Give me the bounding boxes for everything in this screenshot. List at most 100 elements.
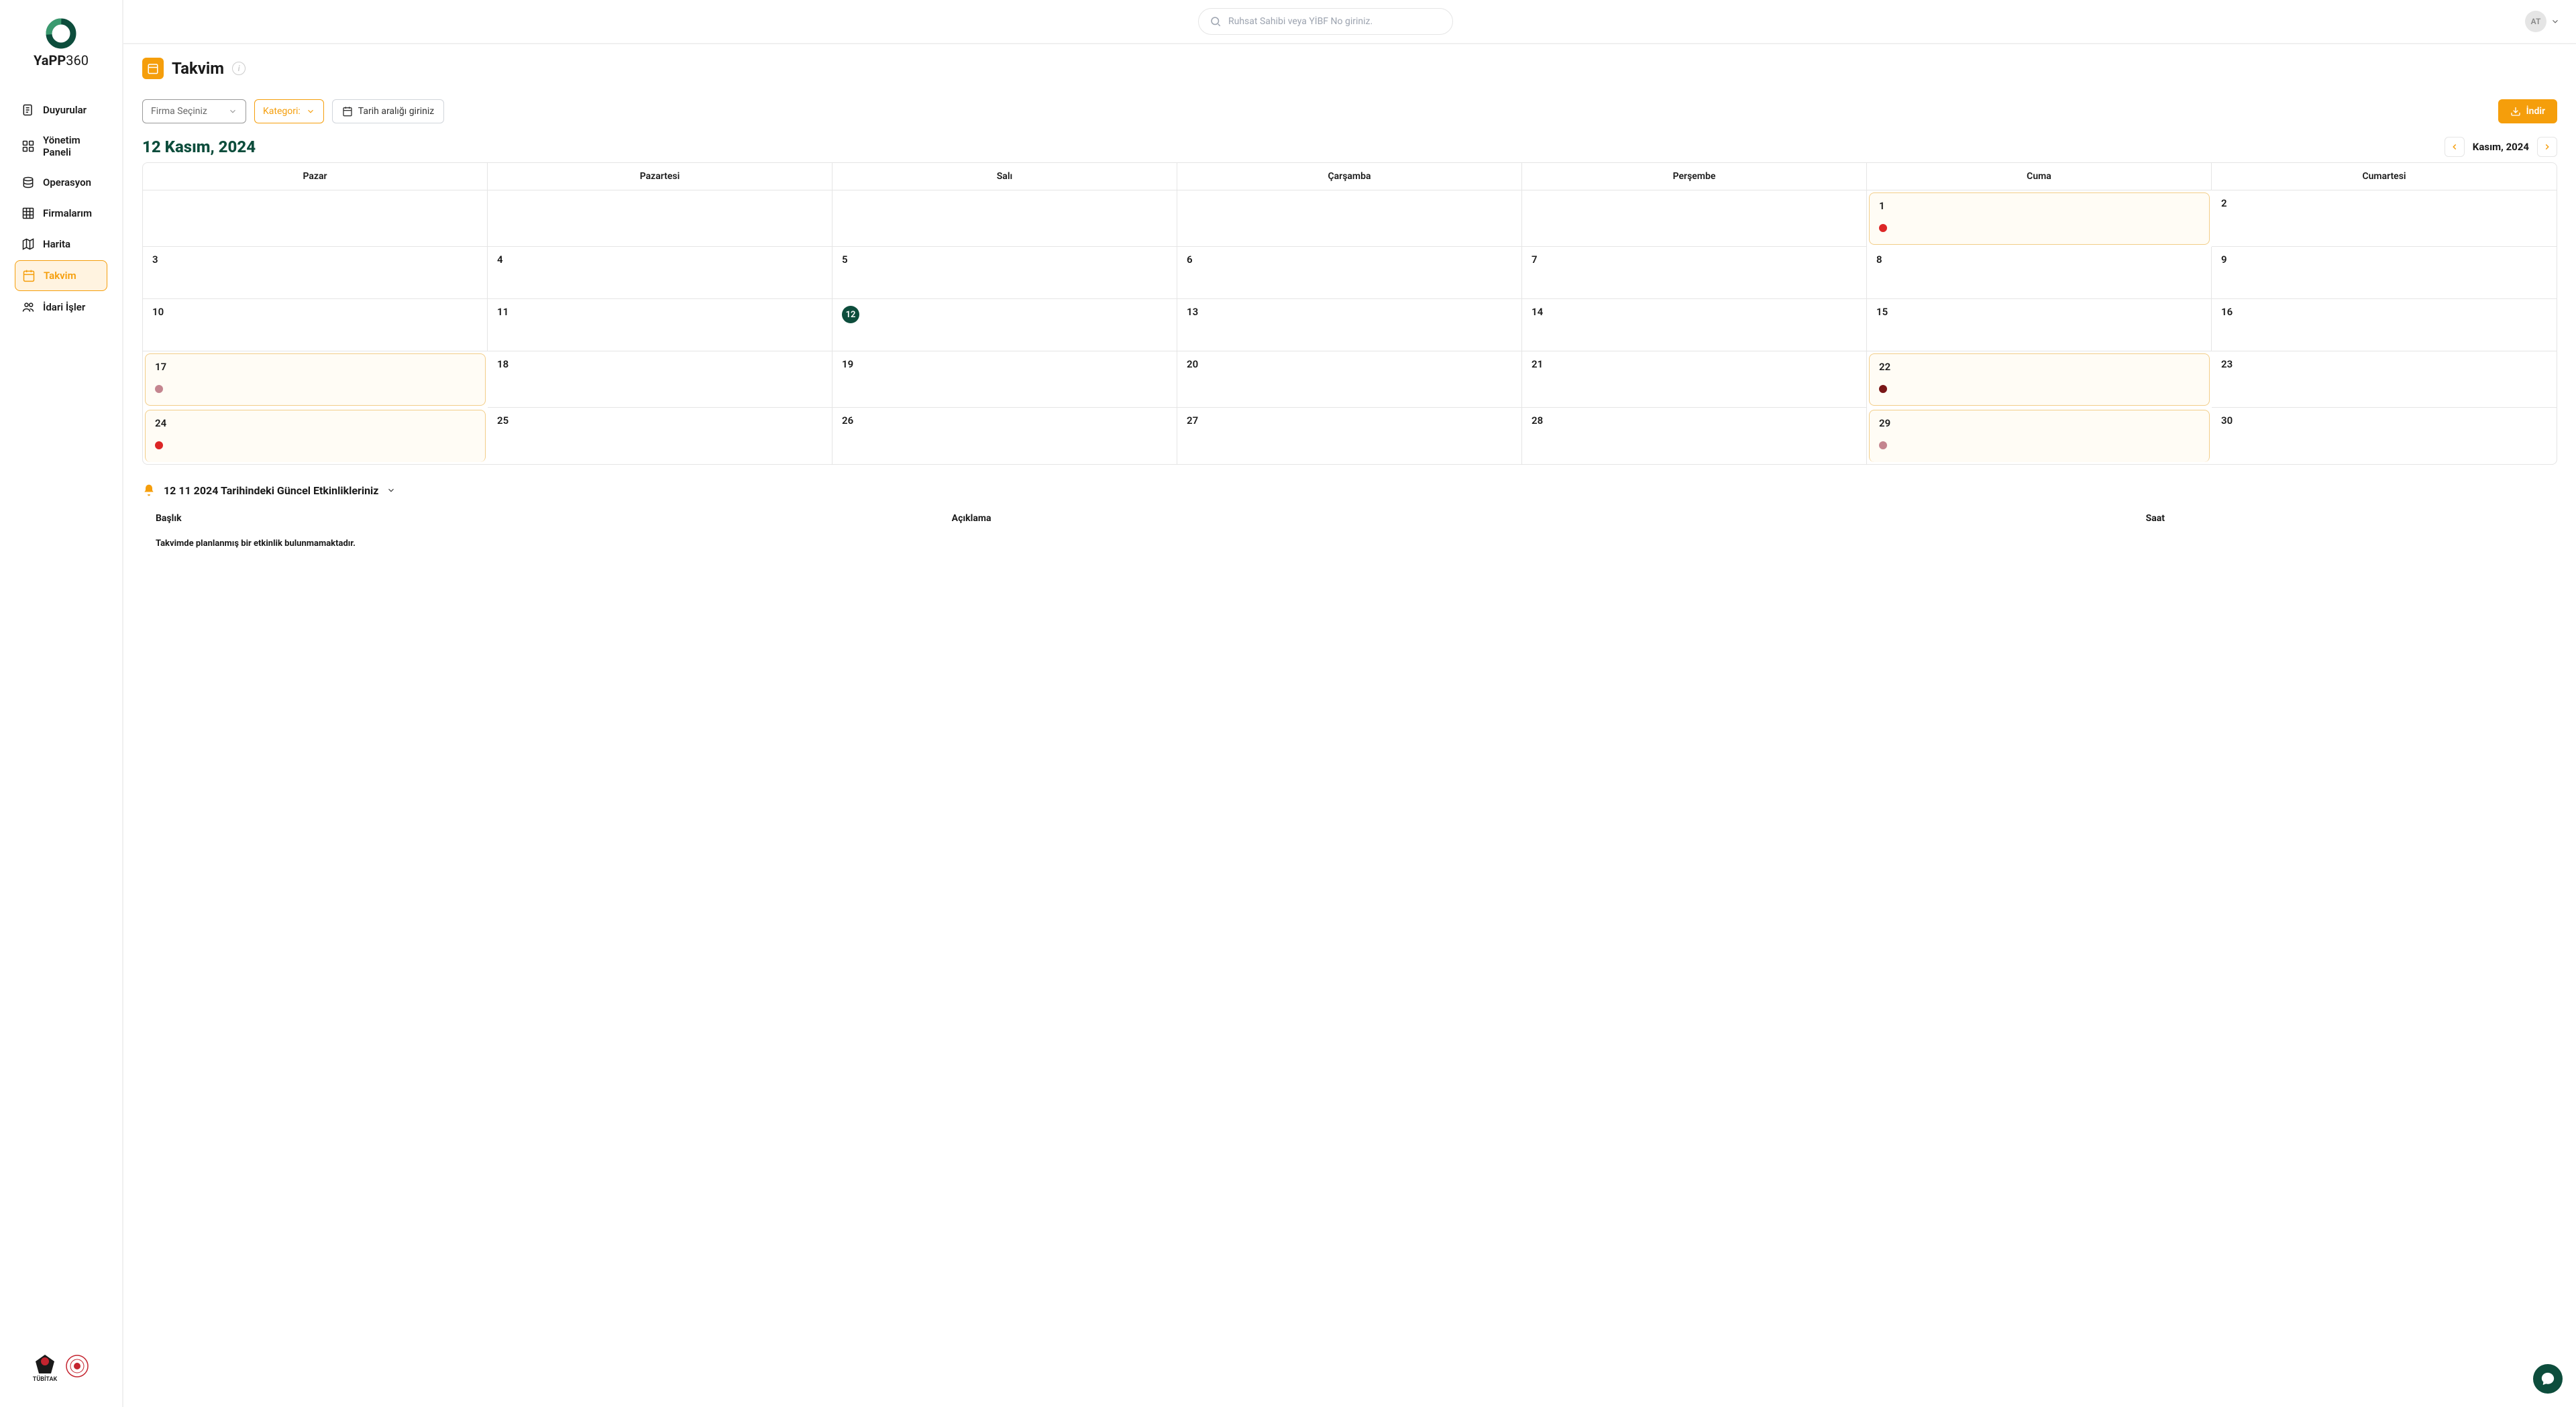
day-number: 29 xyxy=(1879,417,1890,429)
calendar-day[interactable]: 13 xyxy=(1177,299,1522,351)
day-number: 16 xyxy=(2221,306,2233,318)
current-date-label: 12 Kasım, 2024 xyxy=(142,137,256,156)
weekday-header: Perşembe xyxy=(1522,163,1867,190)
chat-fab[interactable] xyxy=(2533,1364,2563,1394)
calendar-day[interactable]: 14 xyxy=(1522,299,1867,351)
kategori-select[interactable]: Kategori: xyxy=(254,99,324,123)
calendar-day[interactable]: 15 xyxy=(1867,299,2212,351)
page-title: Takvim xyxy=(172,59,224,78)
search-box[interactable] xyxy=(1198,8,1453,35)
firma-select[interactable]: Firma Seçiniz xyxy=(142,99,246,123)
database-icon xyxy=(21,176,35,189)
logo-text: YaPP360 xyxy=(34,52,89,68)
chevron-down-icon xyxy=(306,107,315,116)
day-number: 26 xyxy=(842,414,853,427)
chevron-down-icon xyxy=(386,486,396,495)
main: AT Takvim i Firma Seçiniz Kategori: xyxy=(123,0,2576,1407)
activities-table-head: Başlık Açıklama Saat xyxy=(142,508,2557,529)
calendar-day[interactable]: 29 xyxy=(1869,410,2210,462)
calendar-day[interactable]: 9 xyxy=(2212,247,2557,299)
prev-month-button[interactable] xyxy=(2445,137,2465,157)
calendar-day[interactable]: 6 xyxy=(1177,247,1522,299)
download-button[interactable]: İndir xyxy=(2498,99,2557,123)
bell-icon xyxy=(142,484,156,497)
calendar-day xyxy=(1522,190,1867,247)
calendar-header: 12 Kasım, 2024 Kasım, 2024 xyxy=(142,137,2557,157)
search-input[interactable] xyxy=(1228,16,1442,27)
sidebar-item-yönetim-paneli[interactable]: Yönetim Paneli xyxy=(15,126,107,166)
sidebar-item-operasyon[interactable]: Operasyon xyxy=(15,168,107,197)
activities-header[interactable]: 12 11 2024 Tarihindeki Güncel Etkinlikle… xyxy=(142,484,2557,497)
calendar-day[interactable]: 27 xyxy=(1177,408,1522,464)
sidebar-footer: TÜBİTAK xyxy=(0,1339,122,1396)
calendar-day[interactable]: 18 xyxy=(488,351,833,408)
day-number: 3 xyxy=(152,254,158,266)
month-nav: Kasım, 2024 xyxy=(2445,137,2557,157)
user-menu[interactable]: AT xyxy=(2525,11,2560,32)
day-number: 17 xyxy=(155,361,166,373)
chevron-down-icon xyxy=(2551,17,2560,26)
sidebar-item-label: Yönetim Paneli xyxy=(43,134,101,158)
calendar-day[interactable]: 8 xyxy=(1867,247,2212,299)
month-label: Kasım, 2024 xyxy=(2473,141,2529,153)
calendar-day[interactable]: 7 xyxy=(1522,247,1867,299)
seal-icon xyxy=(65,1354,89,1378)
calendar-day[interactable]: 25 xyxy=(488,408,833,464)
col-time: Saat xyxy=(2146,513,2544,524)
topbar: AT xyxy=(123,0,2576,44)
day-number: 21 xyxy=(1532,358,1543,370)
calendar-day[interactable]: 16 xyxy=(2212,299,2557,351)
calendar-day[interactable]: 22 xyxy=(1869,353,2210,406)
calendar-icon xyxy=(342,106,353,117)
calendar-day[interactable]: 5 xyxy=(833,247,1177,299)
day-number: 27 xyxy=(1187,414,1198,427)
calendar-day[interactable]: 21 xyxy=(1522,351,1867,408)
calendar-day[interactable]: 11 xyxy=(488,299,833,351)
calendar-day[interactable]: 26 xyxy=(833,408,1177,464)
calendar-day[interactable]: 10 xyxy=(143,299,488,351)
calendar-day[interactable]: 19 xyxy=(833,351,1177,408)
calendar-day[interactable]: 1 xyxy=(1869,192,2210,245)
chevron-right-icon xyxy=(2542,142,2552,152)
download-icon xyxy=(2510,106,2521,117)
calendar-day[interactable]: 2 xyxy=(2212,190,2557,247)
calendar-day[interactable]: 12 xyxy=(833,299,1177,351)
calendar-grid: PazarPazartesiSalıÇarşambaPerşembeCumaCu… xyxy=(142,162,2557,465)
info-icon[interactable]: i xyxy=(232,62,246,75)
day-number: 28 xyxy=(1532,414,1543,427)
brand-logo[interactable]: YaPP360 xyxy=(0,11,122,75)
users-icon xyxy=(21,300,35,314)
sidebar-item-harita[interactable]: Harita xyxy=(15,229,107,259)
calendar-day[interactable]: 3 xyxy=(143,247,488,299)
calendar-icon xyxy=(147,62,159,74)
day-number: 11 xyxy=(497,306,508,318)
chevron-down-icon xyxy=(228,107,237,116)
calendar-day[interactable]: 24 xyxy=(145,410,486,462)
calendar-day[interactable]: 4 xyxy=(488,247,833,299)
day-number: 24 xyxy=(155,417,166,429)
calendar-day xyxy=(1177,190,1522,247)
sidebar-item-label: Duyurular xyxy=(43,104,87,116)
event-dot xyxy=(155,385,163,393)
sidebar-item-takvim[interactable]: Takvim xyxy=(15,260,107,291)
day-number: 5 xyxy=(842,254,848,266)
calendar-day[interactable]: 30 xyxy=(2212,408,2557,464)
content: Takvim i Firma Seçiniz Kategori: Tarih a… xyxy=(123,44,2576,1407)
day-number: 13 xyxy=(1187,306,1198,318)
activities-title: 12 11 2024 Tarihindeki Güncel Etkinlikle… xyxy=(164,484,378,497)
day-number: 30 xyxy=(2221,414,2233,427)
sidebar-item-firmalarım[interactable]: Firmalarım xyxy=(15,199,107,228)
calendar-day xyxy=(488,190,833,247)
calendar-day[interactable]: 28 xyxy=(1522,408,1867,464)
calendar-day[interactable]: 20 xyxy=(1177,351,1522,408)
sidebar-item-i̇dari-i̇şler[interactable]: İdari İşler xyxy=(15,292,107,322)
calendar-day[interactable]: 23 xyxy=(2212,351,2557,408)
activities-section: 12 11 2024 Tarihindeki Güncel Etkinlikle… xyxy=(142,484,2557,558)
calendar-day[interactable]: 17 xyxy=(145,353,486,406)
sidebar-item-duyurular[interactable]: Duyurular xyxy=(15,95,107,125)
next-month-button[interactable] xyxy=(2537,137,2557,157)
date-range-input[interactable]: Tarih aralığı giriniz xyxy=(332,99,444,123)
weekday-header: Pazartesi xyxy=(488,163,833,190)
day-number: 14 xyxy=(1532,306,1543,318)
day-number: 1 xyxy=(1879,200,1885,212)
